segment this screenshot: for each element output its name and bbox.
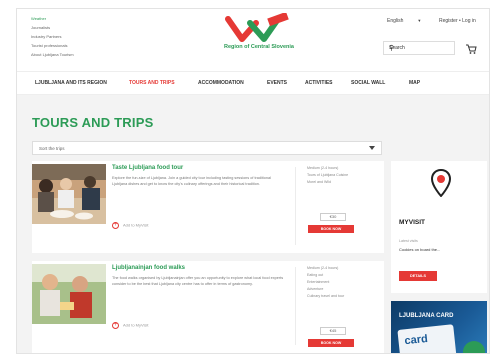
tour-description: Explore the fun-size of Ljubljana. Join … (112, 176, 271, 186)
language-value: English (387, 18, 404, 24)
tour-fact: Entertainment (307, 280, 330, 284)
sort-dropdown[interactable]: Sort the trips (32, 141, 382, 155)
add-to-myvisit-button[interactable]: + Add to MyVisit (112, 222, 149, 229)
add-to-myvisit-label: Add to MyVisit (123, 322, 149, 328)
quick-link-weather[interactable]: Weather (31, 14, 74, 23)
tour-fact: Medium (2-4 hours) (307, 166, 339, 170)
cart-icon[interactable] (465, 42, 477, 60)
site-header: Weather Journalists Industry Partners To… (17, 9, 489, 71)
tour-title[interactable]: Ljubljanainjan food walks (112, 265, 185, 271)
browser-viewport: Weather Journalists Industry Partners To… (16, 8, 490, 354)
nav-item-ljubljana-region[interactable]: LJUBLJANA AND ITS REGION (35, 80, 107, 86)
ljubljana-card-promo[interactable]: LJUBLJANA CARD card (391, 301, 487, 353)
nav-item-activities[interactable]: ACTIVITIES (305, 80, 333, 86)
logo-text: Region of Central Slovenia (224, 44, 294, 50)
quick-link-about[interactable]: About Ljubljana Tourism (31, 50, 74, 59)
main-nav: LJUBLJANA AND ITS REGION TOURS AND TRIPS… (17, 71, 489, 95)
nav-item-map[interactable]: MAP (409, 80, 420, 86)
book-now-button[interactable]: BOOK NOW (308, 339, 354, 347)
auth-links: Register • Log in (439, 18, 476, 24)
add-to-myvisit-label: Add to MyVisit (123, 222, 149, 228)
tour-fact: Eating out (307, 273, 324, 277)
tour-fact: Tours of Ljubljana Cuisine (307, 173, 349, 177)
divider (295, 267, 296, 345)
tour-facts: Medium (2-4 hours) Tours of Ljubljana Cu… (307, 165, 348, 186)
quick-link-industry-partners[interactable]: Industry Partners (31, 32, 74, 41)
tour-photo-food-walk[interactable] (32, 264, 106, 324)
tour-fact: Medium (2-4 hours) (307, 266, 339, 270)
myvisit-title: MYVISIT (399, 219, 426, 226)
map-pin-icon (430, 168, 452, 202)
register-link[interactable]: Register (439, 18, 458, 24)
site-logo[interactable]: Region of Central Slovenia (213, 13, 305, 50)
details-button[interactable]: DETAILS (399, 271, 437, 281)
card-promo-title: LJUBLJANA CARD (399, 313, 454, 319)
card-image: card (397, 324, 457, 353)
search-input[interactable]: Search ⚲ (383, 41, 455, 55)
chevron-down-icon (369, 146, 375, 150)
tour-fact: Morel and Wild (307, 180, 331, 184)
tour-fact: Culinary travel and tour (307, 294, 345, 298)
login-link[interactable]: Log in (462, 18, 476, 24)
tour-card: Taste Ljubljana food tour Explore the fu… (32, 161, 384, 253)
plus-icon: + (112, 222, 119, 229)
tour-price: €30 (320, 213, 346, 221)
tour-price: €45 (320, 327, 346, 335)
card-image-text: card (403, 332, 429, 348)
latest-visits-label: Latest visits (399, 239, 418, 243)
quick-links: Weather Journalists Industry Partners To… (31, 14, 74, 59)
tour-description: The food walks organised by Ljubljanainj… (112, 276, 284, 286)
chevron-down-icon: ▼ (417, 18, 422, 23)
tour-facts: Medium (2-4 hours) Eating out Entertainm… (307, 265, 344, 300)
nav-item-accommodation[interactable]: ACCOMMODATION (198, 80, 244, 86)
language-selector[interactable]: English ▼ (387, 18, 421, 24)
latest-visit-link[interactable]: Cookies on board the... (399, 247, 440, 252)
quick-link-tourist-professionals[interactable]: Tourist professionals (31, 41, 74, 50)
tour-fact: Adventure (307, 287, 324, 291)
book-now-button[interactable]: BOOK NOW (308, 225, 354, 233)
add-to-myvisit-button[interactable]: + Add to MyVisit (112, 322, 149, 329)
nav-item-tours-and-trips[interactable]: TOURS AND TRIPS (129, 80, 175, 86)
quick-link-journalists[interactable]: Journalists (31, 23, 74, 32)
chat-icon[interactable] (463, 341, 485, 353)
tour-photo-food-tasting[interactable] (32, 164, 106, 224)
search-icon[interactable]: ⚲ (389, 44, 450, 52)
logo-mark-icon (225, 13, 289, 42)
plus-icon: + (112, 322, 119, 329)
myvisit-panel: MYVISIT Latest visits Cookies on board t… (391, 161, 487, 293)
page-title: TOURS AND TRIPS (32, 115, 154, 130)
sort-label: Sort the trips (39, 145, 65, 151)
tour-title[interactable]: Taste Ljubljana food tour (112, 165, 183, 171)
tour-card: Ljubljanainjan food walks The food walks… (32, 261, 384, 353)
divider (295, 167, 296, 245)
nav-item-events[interactable]: EVENTS (267, 80, 287, 86)
nav-item-social-wall[interactable]: SOCIAL WALL (351, 80, 385, 86)
